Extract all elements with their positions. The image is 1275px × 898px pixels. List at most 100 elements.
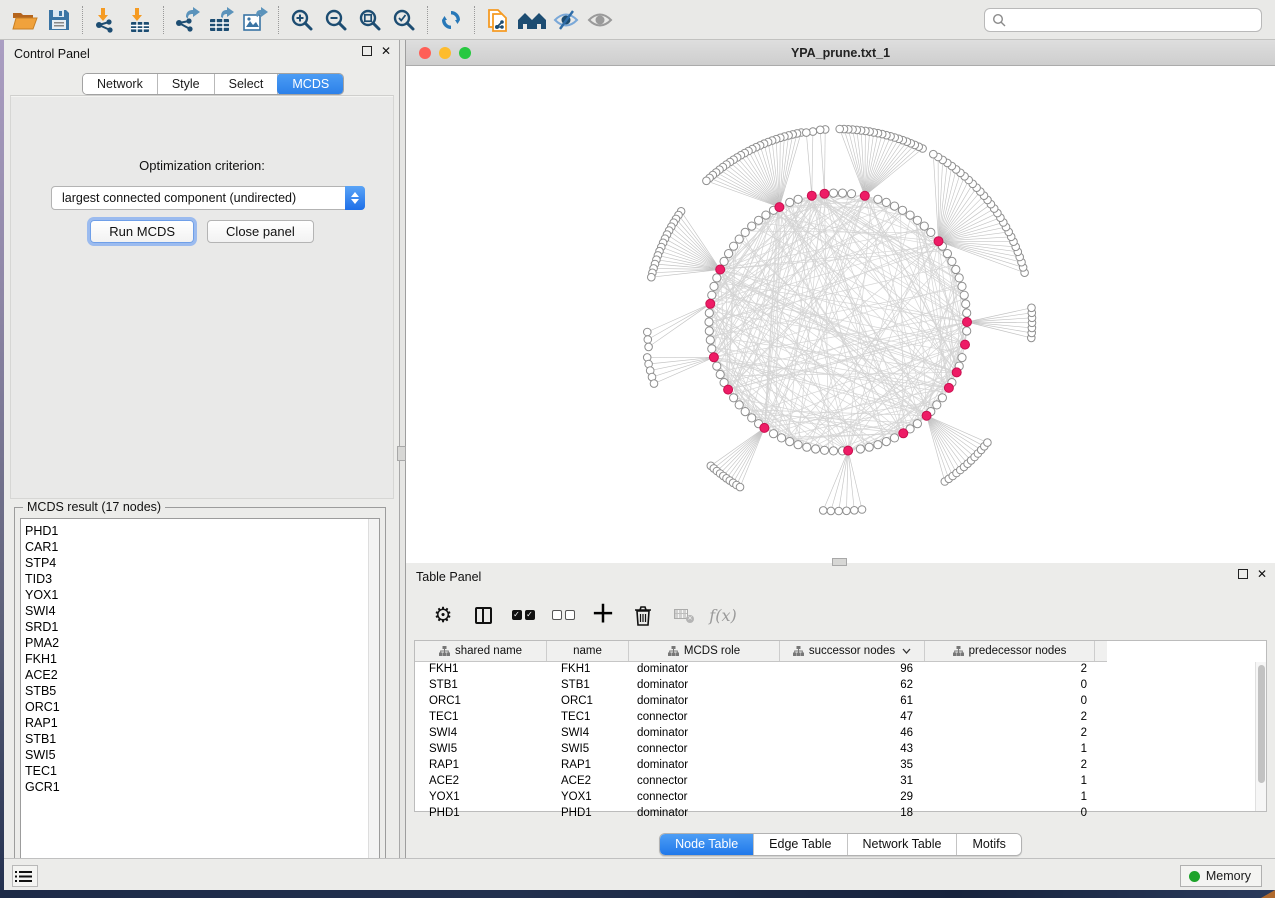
apply-layout-button[interactable] <box>434 4 468 36</box>
clone-network-button[interactable] <box>481 4 515 36</box>
mcds-result-item[interactable]: STB5 <box>25 683 379 699</box>
mcds-result-item[interactable]: SWI5 <box>25 747 379 763</box>
zoom-out-button[interactable] <box>319 4 353 36</box>
toolbar-separator <box>278 6 279 34</box>
hide-selected-button[interactable] <box>549 4 583 36</box>
mcds-result-item[interactable]: STP4 <box>25 555 379 571</box>
open-network-button[interactable] <box>8 4 42 36</box>
zoom-in-button[interactable] <box>285 4 319 36</box>
tab-motifs[interactable]: Motifs <box>957 834 1020 855</box>
mcds-result-item[interactable]: YOX1 <box>25 587 379 603</box>
mcds-result-item[interactable]: TID3 <box>25 571 379 587</box>
tab-mcds[interactable]: MCDS <box>277 73 344 95</box>
mcds-result-item[interactable]: ACE2 <box>25 667 379 683</box>
mcds-result-item[interactable]: CAR1 <box>25 539 379 555</box>
close-panel-button[interactable]: Close panel <box>207 220 314 243</box>
network-titlebar: YPA_prune.txt_1 <box>406 40 1275 66</box>
mcds-panel: Optimization criterion: largest connecte… <box>10 95 394 499</box>
splitter-grip[interactable] <box>397 446 406 461</box>
table-cell: 2 <box>925 759 1095 775</box>
table-cell: ORC1 <box>415 695 547 711</box>
table-scrollbar[interactable] <box>1255 662 1266 811</box>
run-mcds-button[interactable]: Run MCDS <box>90 220 194 243</box>
table-cell: 2 <box>925 711 1095 727</box>
select-all-columns-button[interactable]: ✓✓ <box>510 602 536 628</box>
add-column-button[interactable]: ＋ <box>590 602 616 628</box>
table-row[interactable]: TEC1TEC1connector472 <box>415 711 1107 727</box>
close-panel-icon[interactable]: ✕ <box>381 46 391 56</box>
mcds-result-item[interactable]: ORC1 <box>25 699 379 715</box>
show-hidden-button[interactable] <box>583 4 617 36</box>
select-stepper-icon <box>345 186 365 210</box>
tab-edge-table[interactable]: Edge Table <box>754 834 847 855</box>
tab-style[interactable]: Style <box>158 74 215 94</box>
toolbar-separator <box>474 6 475 34</box>
table-panel: Table Panel ✕ ⚙ ✓✓ ＋ ✕ f(x) shared namen… <box>406 563 1275 858</box>
network-canvas[interactable] <box>406 66 1275 563</box>
deselect-all-columns-button[interactable] <box>550 602 576 628</box>
table-row[interactable]: SWI5SWI5connector431 <box>415 743 1107 759</box>
table-cell: STB1 <box>547 679 629 695</box>
column-header-successor-nodes[interactable]: successor nodes <box>780 641 925 661</box>
table-cell: 31 <box>780 775 925 791</box>
table-tabs: Node TableEdge TableNetwork TableMotifs <box>659 833 1022 856</box>
result-list-scrollbar[interactable] <box>368 519 379 872</box>
table-cell: ACE2 <box>415 775 547 791</box>
float-panel-icon[interactable] <box>1238 569 1248 579</box>
float-panel-icon[interactable] <box>362 46 372 56</box>
table-cell: dominator <box>629 663 780 679</box>
column-header-shared-name[interactable]: shared name <box>415 641 547 661</box>
horizontal-splitter-grip[interactable] <box>832 558 847 566</box>
mcds-result-item[interactable]: STB1 <box>25 731 379 747</box>
table-row[interactable]: YOX1YOX1connector291 <box>415 791 1107 807</box>
save-session-button[interactable] <box>42 4 76 36</box>
column-header-MCDS-role[interactable]: MCDS role <box>629 641 780 661</box>
export-table-button[interactable] <box>204 4 238 36</box>
tab-node-table[interactable]: Node Table <box>660 834 754 855</box>
table-cell: dominator <box>629 679 780 695</box>
mcds-result-item[interactable]: PMA2 <box>25 635 379 651</box>
table-cell: SWI5 <box>415 743 547 759</box>
zoom-fit-button[interactable] <box>353 4 387 36</box>
mcds-result-item[interactable]: GCR1 <box>25 779 379 795</box>
table-cell: YOX1 <box>547 791 629 807</box>
delete-column-button[interactable] <box>630 602 656 628</box>
table-cell: TEC1 <box>415 711 547 727</box>
mcds-result-item[interactable]: PHD1 <box>25 523 379 539</box>
zoom-selected-button[interactable] <box>387 4 421 36</box>
search-box[interactable] <box>984 8 1262 32</box>
tab-network[interactable]: Network <box>83 74 158 94</box>
table-row[interactable]: ACE2ACE2connector311 <box>415 775 1107 791</box>
table-cell: 1 <box>925 743 1095 759</box>
optimization-criterion-select[interactable]: largest connected component (undirected) <box>51 186 365 210</box>
table-row[interactable]: FKH1FKH1dominator962 <box>415 663 1107 679</box>
table-row[interactable]: SWI4SWI4dominator462 <box>415 727 1107 743</box>
export-image-button[interactable] <box>238 4 272 36</box>
tab-select[interactable]: Select <box>215 74 279 94</box>
mcds-result-item[interactable]: FKH1 <box>25 651 379 667</box>
memory-button[interactable]: Memory <box>1180 865 1262 887</box>
table-cell: 0 <box>925 807 1095 823</box>
table-cell: RAP1 <box>547 759 629 775</box>
table-cell: connector <box>629 775 780 791</box>
table-row[interactable]: STB1STB1dominator620 <box>415 679 1107 695</box>
close-panel-icon[interactable]: ✕ <box>1257 569 1267 579</box>
task-history-button[interactable] <box>12 865 38 887</box>
column-header-predecessor-nodes[interactable]: predecessor nodes <box>925 641 1095 661</box>
table-settings-button[interactable]: ⚙ <box>430 602 456 628</box>
mcds-result-item[interactable]: RAP1 <box>25 715 379 731</box>
table-row[interactable]: ORC1ORC1dominator610 <box>415 695 1107 711</box>
tab-network-table[interactable]: Network Table <box>848 834 958 855</box>
table-row[interactable]: PHD1PHD1dominator180 <box>415 807 1107 823</box>
search-input[interactable] <box>1011 13 1254 27</box>
show-columns-button[interactable] <box>470 602 496 628</box>
column-header-name[interactable]: name <box>547 641 629 661</box>
show-all-nodes-button[interactable] <box>515 4 549 36</box>
table-row[interactable]: RAP1RAP1dominator352 <box>415 759 1107 775</box>
export-network-button[interactable] <box>170 4 204 36</box>
mcds-result-item[interactable]: TEC1 <box>25 763 379 779</box>
mcds-result-item[interactable]: SRD1 <box>25 619 379 635</box>
import-network-button[interactable] <box>89 4 123 36</box>
mcds-result-item[interactable]: SWI4 <box>25 603 379 619</box>
import-table-button[interactable] <box>123 4 157 36</box>
